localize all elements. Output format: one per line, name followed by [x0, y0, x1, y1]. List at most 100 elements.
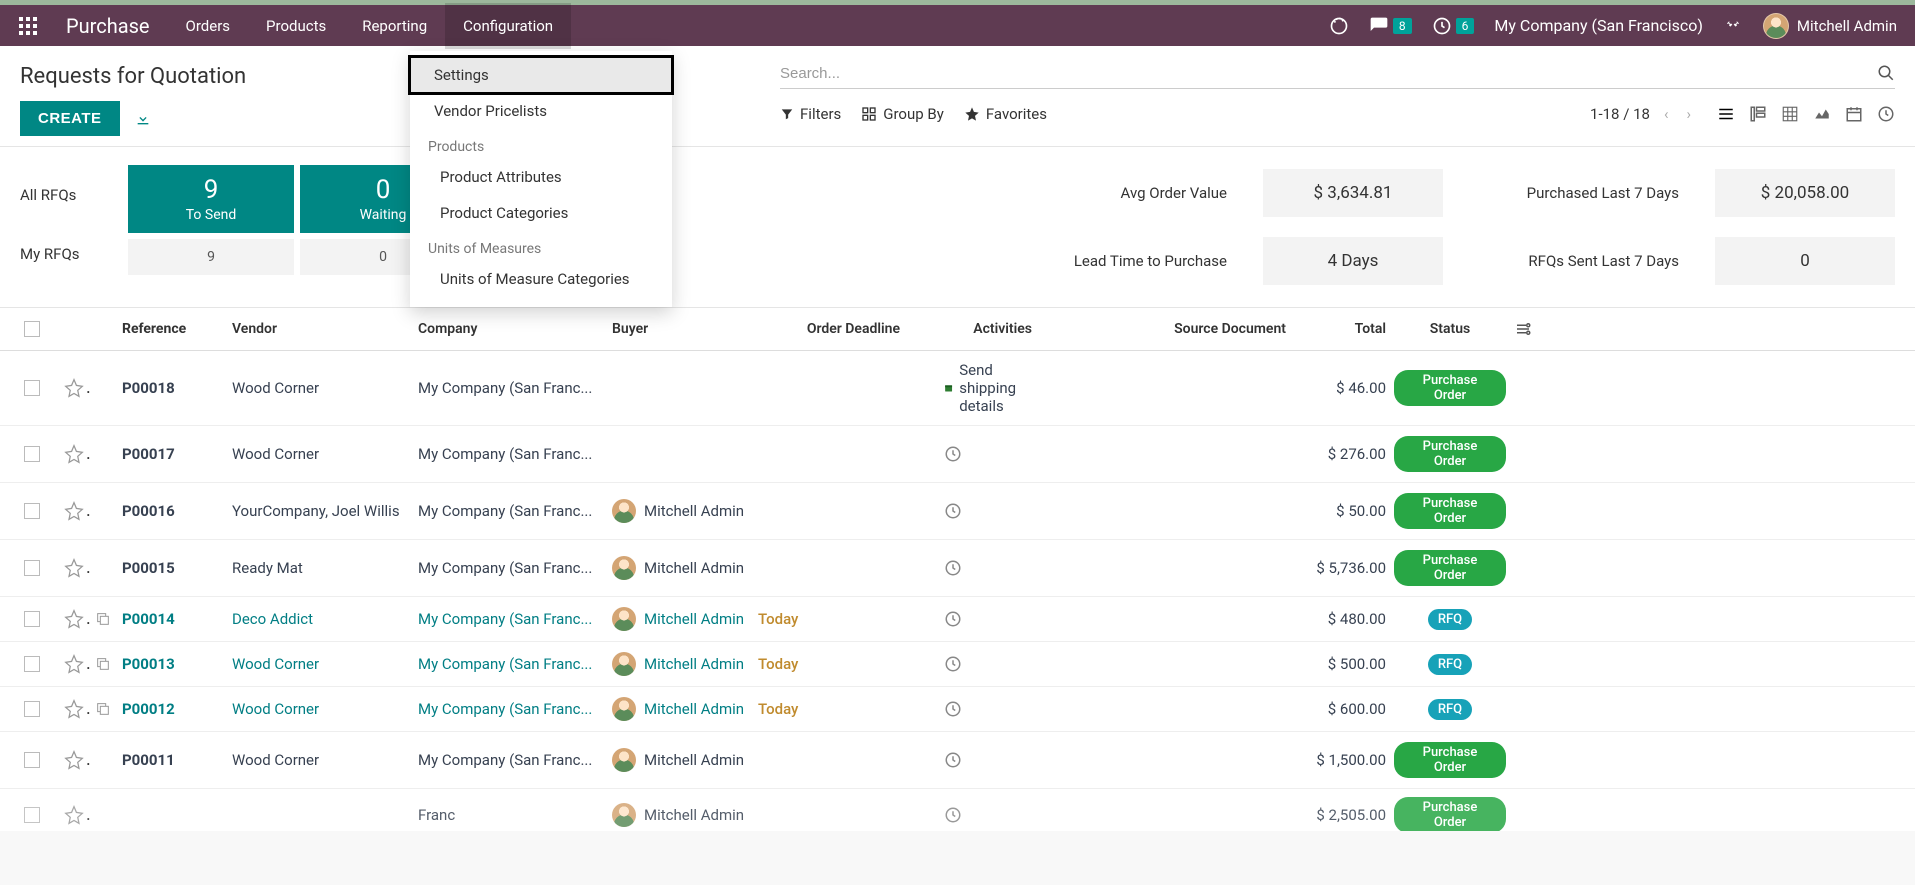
search-input[interactable]	[780, 65, 1877, 82]
copy-icon[interactable]	[95, 656, 111, 672]
col-buyer[interactable]: Buyer	[608, 321, 754, 337]
clock-icon[interactable]	[944, 700, 962, 718]
filters-label: Filters	[800, 105, 841, 123]
star-icon[interactable]	[64, 805, 84, 825]
menu-orders[interactable]: Orders	[168, 3, 249, 49]
col-status[interactable]: Status	[1390, 321, 1510, 337]
table-row[interactable]: .P00015Ready MatMy Company (San Franc...…	[0, 540, 1915, 597]
favorites-button[interactable]: Favorites	[964, 105, 1047, 123]
select-all-checkbox[interactable]	[24, 321, 40, 337]
view-kanban-icon[interactable]	[1749, 105, 1767, 123]
col-deadline[interactable]: Order Deadline	[754, 321, 904, 337]
vendor-cell: Deco Addict	[232, 610, 313, 628]
view-list-icon[interactable]	[1717, 105, 1735, 123]
clock-icon[interactable]	[944, 655, 962, 673]
reference-cell: P00016	[122, 502, 175, 520]
clock-icon[interactable]	[944, 806, 962, 824]
pager-text[interactable]: 1-18 / 18	[1590, 105, 1650, 123]
chat-icon[interactable]: 8	[1359, 3, 1422, 49]
table-row[interactable]: .P00014Deco AddictMy Company (San Franc.…	[0, 597, 1915, 642]
chat-badge: 8	[1393, 18, 1412, 34]
star-icon[interactable]	[64, 378, 84, 398]
menu-configuration[interactable]: Configuration	[445, 3, 571, 49]
table-row[interactable]: .P00011Wood CornerMy Company (San Franc.…	[0, 732, 1915, 789]
dropdown-product-categories[interactable]: Product Categories	[410, 195, 672, 231]
star-icon[interactable]	[64, 501, 84, 521]
table-row[interactable]: .P00016YourCompany, Joel WillisMy Compan…	[0, 483, 1915, 540]
dropdown-vendor-pricelists[interactable]: Vendor Pricelists	[410, 93, 672, 129]
clock-icon[interactable]	[944, 559, 962, 577]
star-icon[interactable]	[64, 444, 84, 464]
col-reference[interactable]: Reference	[118, 321, 228, 337]
filters-button[interactable]: Filters	[780, 105, 841, 123]
row-checkbox[interactable]	[24, 752, 40, 768]
col-total[interactable]: Total	[1290, 321, 1390, 337]
buyer-name: Mitchell Admin	[644, 502, 744, 520]
star-icon[interactable]	[64, 654, 84, 674]
table-row[interactable]: .P00013Wood CornerMy Company (San Franc.…	[0, 642, 1915, 687]
table-row[interactable]: .FrancMitchell Admin$ 2,505.00Purchase O…	[0, 789, 1915, 831]
company-switcher[interactable]: My Company (San Francisco)	[1484, 3, 1713, 49]
view-activity-icon[interactable]	[1877, 105, 1895, 123]
pager-next[interactable]: ›	[1682, 105, 1695, 123]
clock-icon[interactable]	[944, 445, 962, 463]
pager-prev[interactable]: ‹	[1660, 105, 1673, 123]
col-source[interactable]: Source Document	[1036, 321, 1290, 337]
download-icon[interactable]	[135, 111, 151, 127]
activity-cell[interactable]: Send shipping details	[944, 361, 1032, 415]
stat-to-send-label: To Send	[128, 207, 294, 223]
row-checkbox[interactable]	[24, 380, 40, 396]
row-checkbox[interactable]	[24, 807, 40, 823]
search-bar[interactable]	[780, 64, 1895, 89]
groupby-button[interactable]: Group By	[861, 105, 944, 123]
stat-to-send[interactable]: 9 To Send	[128, 165, 294, 233]
debug-icon[interactable]	[1713, 3, 1753, 49]
all-rfqs-tab[interactable]: All RFQs	[20, 180, 120, 210]
status-badge: Purchase Order	[1394, 550, 1506, 586]
row-checkbox[interactable]	[24, 446, 40, 462]
row-checkbox[interactable]	[24, 611, 40, 627]
table-row[interactable]: .P00017Wood CornerMy Company (San Franc.…	[0, 426, 1915, 483]
dropdown-product-attributes[interactable]: Product Attributes	[410, 159, 672, 195]
row-checkbox[interactable]	[24, 656, 40, 672]
vendor-cell: Wood Corner	[232, 700, 319, 718]
menu-products[interactable]: Products	[248, 3, 344, 49]
copy-icon[interactable]	[95, 701, 111, 717]
user-menu[interactable]: Mitchell Admin	[1753, 3, 1907, 49]
dropdown-uom-categories[interactable]: Units of Measure Categories	[410, 261, 672, 297]
view-pivot-icon[interactable]	[1781, 105, 1799, 123]
company-cell: My Company (San Franc...	[418, 559, 592, 577]
app-brand[interactable]: Purchase	[48, 14, 168, 38]
stat-my-to-send[interactable]: 9	[128, 239, 294, 275]
star-icon[interactable]	[64, 699, 84, 719]
star-icon[interactable]	[64, 558, 84, 578]
col-company[interactable]: Company	[414, 321, 608, 337]
menu-reporting[interactable]: Reporting	[344, 3, 445, 49]
row-checkbox[interactable]	[24, 503, 40, 519]
star-icon[interactable]	[64, 609, 84, 629]
activity-clock-icon[interactable]: 6	[1422, 3, 1485, 49]
columns-gear-icon[interactable]	[1514, 320, 1546, 338]
support-icon[interactable]	[1319, 3, 1359, 49]
clock-icon[interactable]	[944, 751, 962, 769]
copy-icon[interactable]	[95, 611, 111, 627]
dashboard-stats: All RFQs My RFQs 9 To Send 0 Waiting 9 0…	[0, 147, 1915, 308]
col-vendor[interactable]: Vendor	[228, 321, 414, 337]
my-rfqs-tab[interactable]: My RFQs	[20, 239, 120, 269]
search-icon[interactable]	[1877, 64, 1895, 82]
clock-icon[interactable]	[944, 502, 962, 520]
star-icon[interactable]	[64, 750, 84, 770]
table-row[interactable]: .P00018Wood CornerMy Company (San Franc.…	[0, 351, 1915, 426]
row-checkbox[interactable]	[24, 560, 40, 576]
rfq-table: Reference Vendor Company Buyer Order Dea…	[0, 308, 1915, 831]
row-checkbox[interactable]	[24, 701, 40, 717]
table-row[interactable]: .P00012Wood CornerMy Company (San Franc.…	[0, 687, 1915, 732]
create-button[interactable]: CREATE	[20, 101, 120, 136]
dropdown-settings[interactable]: Settings	[410, 57, 672, 93]
deadline-cell: Today	[754, 655, 904, 673]
view-calendar-icon[interactable]	[1845, 105, 1863, 123]
clock-icon[interactable]	[944, 610, 962, 628]
col-activities[interactable]: Activities	[904, 321, 1036, 337]
view-graph-icon[interactable]	[1813, 105, 1831, 123]
apps-icon[interactable]	[8, 17, 48, 35]
